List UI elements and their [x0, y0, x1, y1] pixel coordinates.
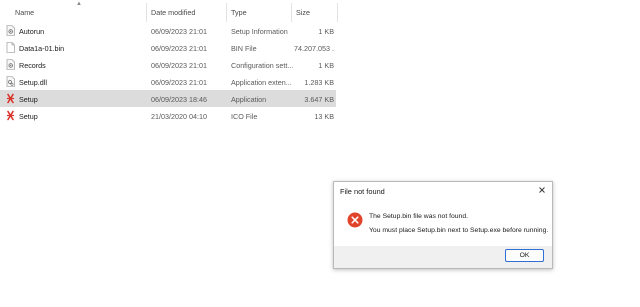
setup-app-icon	[6, 93, 15, 104]
bin-file-icon	[6, 42, 15, 53]
column-divider[interactable]	[291, 3, 292, 22]
file-row[interactable]: Autorun 06/09/2023 21:01 Setup Informati…	[0, 22, 336, 39]
dialog-message: The Setup.bin file was not found.	[369, 213, 468, 220]
file-name: Setup	[19, 94, 38, 104]
sort-ascending-icon[interactable]: ▲	[76, 1, 82, 7]
file-row[interactable]: Setup 21/03/2020 04:10 ICO File 13 KB	[0, 107, 336, 124]
file-type: Application exten...	[231, 77, 292, 87]
file-date: 06/09/2023 21:01	[151, 60, 207, 70]
settings-file-icon	[6, 25, 15, 36]
file-size: 13 KB	[314, 111, 334, 121]
file-name: Records	[19, 60, 46, 70]
file-type: BIN File	[231, 43, 257, 53]
ok-button[interactable]: OK	[505, 249, 544, 262]
dialog-footer: OK	[334, 246, 552, 268]
file-row-selected[interactable]: Setup 06/09/2023 18:46 Application 3.647…	[0, 90, 336, 107]
column-header-date[interactable]: Date modified	[151, 8, 195, 17]
dialog-title: File not found	[340, 187, 385, 196]
file-name: Autorun	[19, 26, 45, 36]
error-icon	[347, 212, 363, 228]
file-row[interactable]: Data1a-01.bin 06/09/2023 21:01 BIN File …	[0, 39, 336, 56]
file-row[interactable]: Setup.dll 06/09/2023 21:01 Application e…	[0, 73, 336, 90]
column-header-size[interactable]: Size	[296, 8, 310, 17]
file-name: Data1a-01.bin	[19, 43, 65, 53]
file-type: ICO File	[231, 111, 258, 121]
column-header-type[interactable]: Type	[231, 8, 247, 17]
file-date: 06/09/2023 18:46	[151, 94, 207, 104]
file-size: 1 KB	[318, 60, 334, 70]
dialog-message-detail: You must place Setup.bin next to Setup.e…	[369, 227, 549, 234]
file-type: Configuration sett...	[231, 60, 293, 70]
setup-ico-icon	[6, 110, 15, 121]
column-divider[interactable]	[146, 3, 147, 22]
column-divider[interactable]	[226, 3, 227, 22]
file-size: 3.647 KB	[304, 94, 334, 104]
file-name: Setup	[19, 111, 38, 121]
file-date: 21/03/2020 04:10	[151, 111, 207, 121]
file-size: 1.283 KB	[304, 77, 334, 87]
file-name: Setup.dll	[19, 77, 47, 87]
file-size: 1 KB	[318, 26, 334, 36]
error-dialog: File not found The Setup.bin file was no…	[333, 181, 553, 269]
column-header-row: ▲ Name Date modified Type Size	[0, 0, 340, 22]
file-date: 06/09/2023 21:01	[151, 77, 207, 87]
file-date: 06/09/2023 21:01	[151, 43, 207, 53]
file-type: Setup Information	[231, 26, 288, 36]
file-list: ▲ Name Date modified Type Size Autorun 0…	[0, 0, 340, 124]
file-row[interactable]: Records 06/09/2023 21:01 Configuration s…	[0, 56, 336, 73]
file-size: 74.207.053 ...	[294, 43, 334, 53]
close-icon[interactable]	[537, 185, 547, 195]
dll-file-icon	[6, 76, 15, 87]
column-divider[interactable]	[337, 3, 338, 22]
file-date: 06/09/2023 21:01	[151, 26, 207, 36]
column-header-name[interactable]: Name	[15, 8, 34, 17]
config-file-icon	[6, 59, 15, 70]
file-type: Application	[231, 94, 267, 104]
